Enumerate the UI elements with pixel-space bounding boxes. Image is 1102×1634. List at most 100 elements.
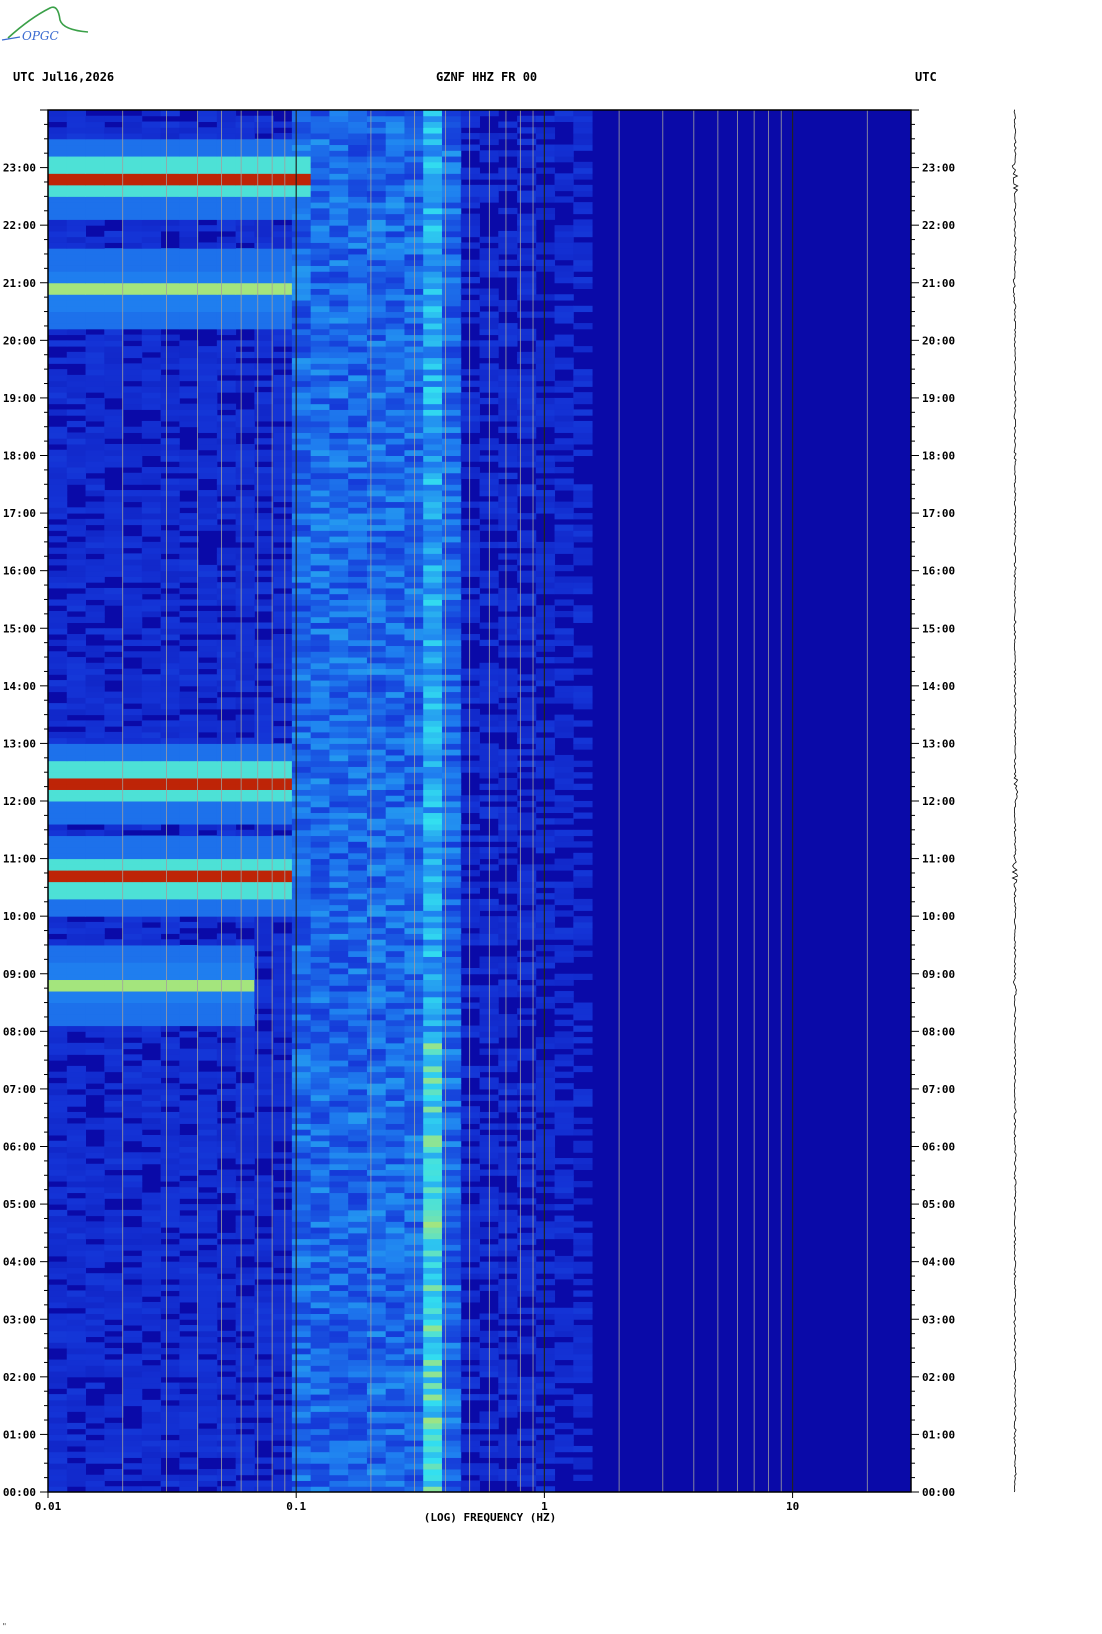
heatmap-cell bbox=[235, 340, 255, 347]
heatmap-cell bbox=[310, 870, 330, 877]
heatmap-cell bbox=[291, 680, 312, 687]
heatmap-cell bbox=[254, 852, 274, 860]
heatmap-cell bbox=[498, 374, 518, 382]
heatmap-cell bbox=[423, 582, 443, 589]
heatmap-cell bbox=[310, 991, 330, 998]
heatmap-cell bbox=[104, 1434, 124, 1441]
heatmap-cell bbox=[554, 541, 574, 549]
heatmap-cell bbox=[254, 1330, 274, 1338]
heatmap-cell bbox=[441, 1250, 462, 1257]
heatmap-cell bbox=[48, 305, 68, 313]
heatmap-cell bbox=[404, 1296, 424, 1303]
heatmap-cell bbox=[48, 1209, 68, 1217]
heatmap-cell bbox=[385, 1158, 405, 1165]
heatmap-cell bbox=[254, 789, 274, 796]
heatmap-cell bbox=[554, 1348, 574, 1355]
heatmap-cell bbox=[254, 1042, 274, 1050]
heatmap-cell bbox=[404, 380, 424, 387]
heatmap-cell bbox=[254, 1255, 274, 1263]
heatmap-cell bbox=[291, 973, 312, 981]
heatmap-cell bbox=[460, 616, 480, 623]
heatmap-cell bbox=[273, 651, 293, 658]
heatmap-cell bbox=[104, 962, 124, 969]
heatmap-cell bbox=[179, 1060, 199, 1067]
heatmap-cell bbox=[479, 1359, 499, 1366]
heatmap-cell bbox=[423, 541, 443, 549]
heatmap-cell bbox=[385, 685, 405, 693]
heatmap-cell bbox=[85, 662, 105, 670]
heatmap-cell bbox=[366, 1192, 387, 1199]
heatmap-cell bbox=[141, 898, 162, 906]
heatmap-cell bbox=[554, 317, 574, 324]
heatmap-cell bbox=[310, 495, 330, 503]
heatmap-cell bbox=[291, 743, 312, 750]
heatmap-cell bbox=[423, 1106, 443, 1113]
heatmap-cell bbox=[160, 346, 180, 353]
heatmap-cell bbox=[141, 991, 162, 998]
opgc-logo: OPGC bbox=[1, 6, 89, 43]
heatmap-cell bbox=[273, 397, 293, 405]
heatmap-cell bbox=[216, 1002, 237, 1009]
heatmap-cell bbox=[423, 950, 443, 957]
heatmap-cell bbox=[216, 824, 237, 831]
heatmap-cell bbox=[66, 1014, 87, 1021]
heatmap-cell bbox=[104, 1468, 124, 1476]
heatmap-cell bbox=[85, 1486, 105, 1493]
heatmap-cell bbox=[366, 495, 387, 503]
heatmap-cell bbox=[85, 1457, 105, 1464]
heatmap-cell bbox=[179, 1273, 199, 1280]
heatmap-cell bbox=[404, 967, 424, 975]
heatmap-cell bbox=[404, 1181, 424, 1188]
heatmap-cell bbox=[291, 944, 312, 952]
heatmap-cell bbox=[348, 1175, 368, 1182]
heatmap-cell bbox=[554, 639, 574, 647]
heatmap-cell bbox=[198, 847, 218, 854]
heatmap-cell bbox=[366, 662, 387, 670]
heatmap-cell bbox=[479, 639, 499, 647]
heatmap-cell bbox=[216, 979, 237, 986]
heatmap-cell bbox=[385, 1371, 405, 1378]
heatmap-cell bbox=[498, 818, 518, 825]
heatmap-cell bbox=[48, 1261, 68, 1268]
heatmap-cell bbox=[160, 593, 180, 600]
heatmap-cell bbox=[179, 754, 199, 762]
heatmap-cell bbox=[48, 898, 68, 906]
heatmap-cell bbox=[535, 415, 556, 422]
heatmap-cell bbox=[104, 720, 124, 727]
heatmap-cell bbox=[498, 484, 518, 491]
heatmap-cell bbox=[254, 783, 274, 790]
heatmap-cell bbox=[310, 1175, 330, 1182]
heatmap-cell bbox=[273, 1111, 293, 1119]
heatmap-cell bbox=[216, 651, 237, 658]
heatmap-cell bbox=[498, 616, 518, 623]
heatmap-cell bbox=[141, 1083, 162, 1090]
heatmap-cell bbox=[291, 1365, 312, 1372]
heatmap-cell bbox=[441, 1163, 462, 1171]
heatmap-cell bbox=[385, 576, 405, 583]
heatmap-cell bbox=[104, 1209, 124, 1217]
heatmap-cell bbox=[85, 818, 105, 825]
heatmap-cell bbox=[441, 634, 462, 641]
heatmap-cell bbox=[479, 288, 499, 295]
heatmap-cell bbox=[535, 743, 556, 750]
heatmap-cell bbox=[479, 1267, 499, 1274]
heatmap-cell bbox=[179, 1474, 199, 1481]
heatmap-cell bbox=[66, 1290, 87, 1297]
heatmap-cell bbox=[348, 1169, 368, 1176]
heatmap-cell bbox=[460, 1296, 480, 1303]
heatmap-cell bbox=[291, 933, 312, 940]
heatmap-cell bbox=[329, 1158, 349, 1165]
heatmap-cell bbox=[291, 1307, 312, 1314]
heatmap-cell bbox=[216, 1181, 237, 1188]
heatmap-cell bbox=[535, 1307, 556, 1314]
heatmap-cell bbox=[235, 599, 255, 606]
heatmap-cell bbox=[460, 731, 480, 739]
heatmap-cell bbox=[385, 1111, 405, 1119]
heatmap-cell bbox=[104, 697, 124, 704]
heatmap-cell bbox=[329, 363, 349, 370]
heatmap-cell bbox=[404, 737, 424, 744]
heatmap-cell bbox=[404, 1382, 424, 1389]
heatmap-cell bbox=[235, 887, 255, 894]
heatmap-cell bbox=[104, 1336, 124, 1343]
heatmap-cell bbox=[348, 979, 368, 986]
